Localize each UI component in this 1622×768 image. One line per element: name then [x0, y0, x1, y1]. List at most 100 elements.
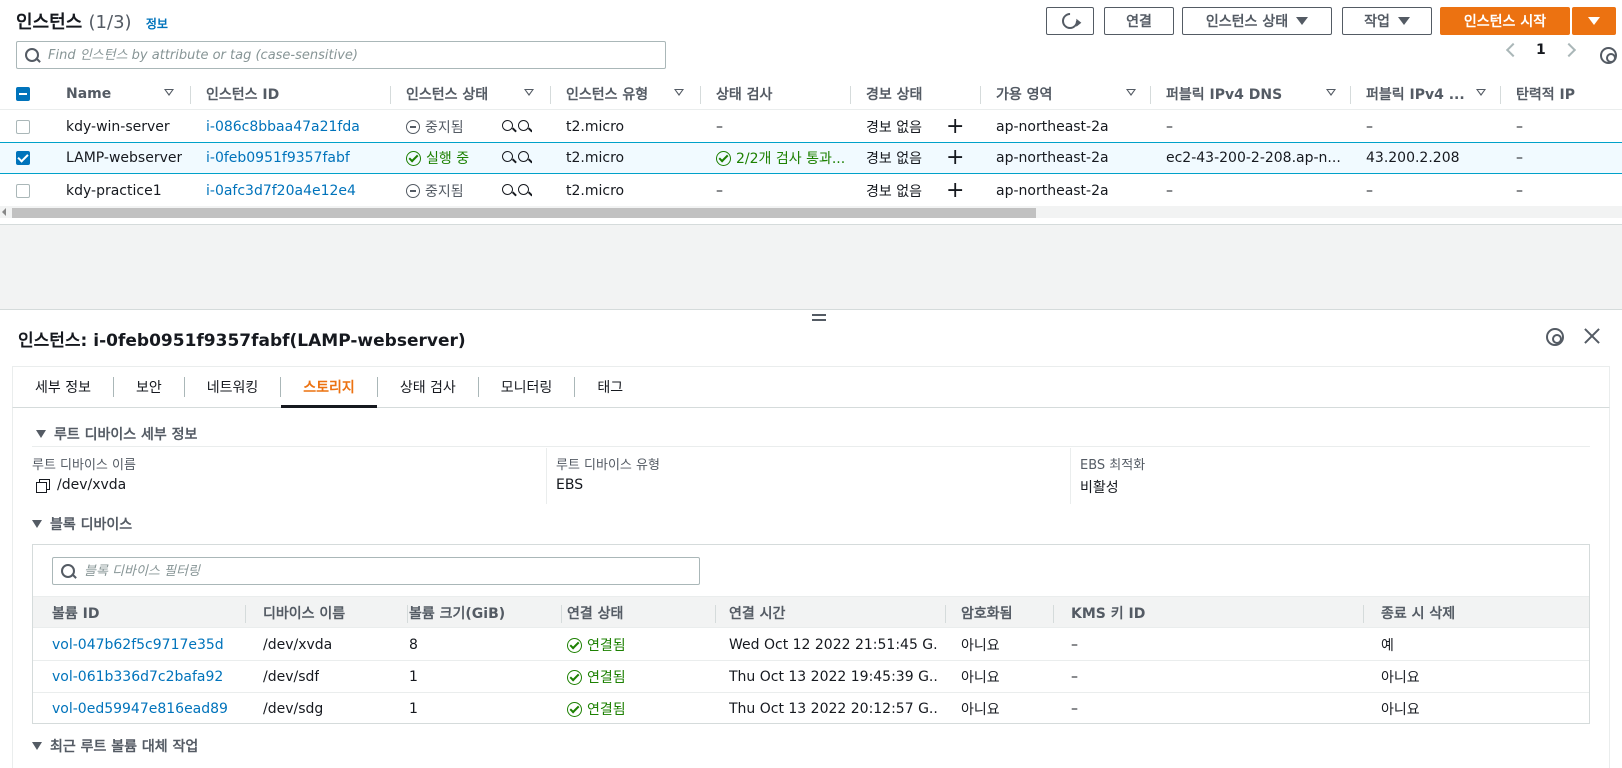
- add-alarm-icon[interactable]: +: [946, 175, 964, 207]
- col-attach-status[interactable]: 연결 상태: [567, 597, 623, 629]
- col-label: 인스턴스 상태: [406, 87, 489, 103]
- instance-id-link[interactable]: i-0afc3d7f20a4e12e4: [206, 175, 356, 207]
- info-link[interactable]: 정보: [146, 17, 168, 31]
- block-devices-section-toggle[interactable]: 블록 디바이스: [32, 514, 132, 534]
- instance-id-link[interactable]: i-0feb0951f9357fabf: [206, 142, 350, 174]
- sort-icon[interactable]: [164, 89, 174, 96]
- detail-settings-button[interactable]: [1546, 328, 1564, 346]
- state-text: 실행 중: [426, 151, 470, 167]
- encrypted: 아니요: [961, 670, 1000, 686]
- volume-id-link[interactable]: vol-0ed59947e816ead89: [52, 693, 228, 725]
- table-row-selected[interactable]: LAMP-webserver i-0feb0951f9357fabf 실행 중 …: [0, 142, 1622, 174]
- volume-size: 8: [409, 637, 418, 653]
- launch-instances-button[interactable]: 인스턴스 시작: [1440, 7, 1570, 35]
- sort-icon[interactable]: [1326, 89, 1336, 96]
- sort-icon[interactable]: [524, 89, 534, 96]
- sort-icon[interactable]: [1126, 89, 1136, 96]
- actions-label: 작업: [1364, 14, 1390, 30]
- col-name[interactable]: Name: [66, 78, 111, 110]
- device-name: /dev/sdf: [263, 669, 320, 685]
- actions-button[interactable]: 작업: [1342, 7, 1432, 35]
- zoom-out-icon[interactable]: [518, 151, 532, 165]
- block-device-filter-input[interactable]: [84, 563, 659, 579]
- volume-id-link[interactable]: vol-061b336d7c2bafa92: [52, 661, 223, 693]
- col-status-check[interactable]: 상태 검사: [716, 78, 772, 110]
- col-device-name[interactable]: 디바이스 이름: [263, 597, 345, 629]
- col-instance-type[interactable]: 인스턴스 유형: [566, 78, 648, 110]
- delete-on-termination: 예: [1381, 638, 1394, 654]
- col-label: 인스턴스 유형: [566, 87, 649, 103]
- resize-handle[interactable]: [812, 314, 826, 324]
- col-label: 가용 영역: [996, 87, 1053, 103]
- col-label: 연결 상태: [567, 606, 624, 622]
- delete-on-termination: 아니요: [1381, 670, 1420, 686]
- detail-tabs: 세부 정보 보안 네트워킹 스토리지 상태 검사 모니터링 태그: [12, 366, 1610, 408]
- table-row[interactable]: kdy-practice1 i-0afc3d7f20a4e12e4 중지됨 t2…: [0, 175, 1622, 207]
- scroll-left-icon[interactable]: [2, 208, 6, 216]
- col-kms-key-id[interactable]: KMS 키 ID: [1071, 597, 1145, 629]
- tab-status-checks[interactable]: 상태 검사: [378, 367, 478, 407]
- col-instance-id[interactable]: 인스턴스 ID: [206, 78, 279, 110]
- tab-monitoring[interactable]: 모니터링: [479, 367, 575, 407]
- col-instance-state[interactable]: 인스턴스 상태: [406, 78, 488, 110]
- col-volume-size[interactable]: 볼륨 크기(GiB): [409, 597, 505, 629]
- scrollbar-thumb[interactable]: [12, 208, 1036, 218]
- sort-icon[interactable]: [674, 89, 684, 96]
- instance-id-link[interactable]: i-086c8bbaa47a21fda: [206, 111, 360, 143]
- recent-root-volume-section-toggle[interactable]: 최근 루트 볼륨 대체 작업: [32, 736, 198, 756]
- sort-icon[interactable]: [1476, 89, 1486, 96]
- refresh-button[interactable]: [1046, 7, 1094, 35]
- instance-search[interactable]: [16, 41, 666, 69]
- col-elastic-ip[interactable]: 탄력적 IP: [1516, 78, 1575, 110]
- zoom-out-icon[interactable]: [518, 184, 532, 198]
- root-device-section-toggle[interactable]: 루트 디바이스 세부 정보: [36, 424, 197, 444]
- zoom-out-icon[interactable]: [518, 120, 532, 134]
- table-settings-button[interactable]: [1600, 47, 1617, 64]
- connect-button[interactable]: 연결: [1104, 7, 1174, 35]
- col-delete-on-termination[interactable]: 종료 시 삭제: [1381, 597, 1455, 629]
- col-public-ip[interactable]: 퍼블릭 IPv4 ...: [1366, 78, 1465, 110]
- block-device-filter[interactable]: [52, 557, 700, 585]
- row-checkbox[interactable]: [16, 120, 30, 134]
- tab-networking[interactable]: 네트워킹: [185, 367, 281, 407]
- zoom-in-icon[interactable]: [502, 120, 516, 134]
- current-page[interactable]: 1: [1536, 42, 1546, 58]
- kms-key-id: –: [1071, 637, 1078, 653]
- divider: [1500, 86, 1501, 104]
- col-public-dns[interactable]: 퍼블릭 IPv4 DNS: [1166, 78, 1282, 110]
- instance-state-button[interactable]: 인스턴스 상태: [1182, 7, 1332, 35]
- add-alarm-icon[interactable]: +: [946, 142, 964, 174]
- col-volume-id[interactable]: 볼륨 ID: [52, 597, 99, 629]
- select-all-checkbox[interactable]: [16, 87, 30, 101]
- add-alarm-icon[interactable]: +: [946, 111, 964, 143]
- status-check[interactable]: 2/2개 검사 통과...: [716, 142, 852, 174]
- col-attach-time[interactable]: 연결 시간: [729, 597, 785, 629]
- next-page-icon[interactable]: [1561, 42, 1576, 58]
- copy-icon[interactable]: [36, 478, 50, 493]
- tab-storage[interactable]: 스토리지: [281, 367, 377, 408]
- table-row[interactable]: vol-0ed59947e816ead89 /dev/sdg 1 연결됨 Thu…: [33, 693, 1589, 725]
- table-row[interactable]: vol-061b336d7c2bafa92 /dev/sdf 1 연결됨 Thu…: [33, 661, 1589, 693]
- divider: [550, 86, 551, 104]
- zoom-in-icon[interactable]: [502, 184, 516, 198]
- row-checkbox[interactable]: [16, 151, 30, 165]
- prev-page-icon[interactable]: [1505, 42, 1521, 58]
- table-row[interactable]: vol-047b62f5c9717e35d /dev/xvda 8 연결됨 We…: [33, 629, 1589, 661]
- divider: [245, 605, 246, 623]
- close-detail-button[interactable]: [1584, 328, 1600, 344]
- instance-search-input[interactable]: [48, 47, 624, 63]
- delete-on-termination: 아니요: [1381, 702, 1420, 718]
- zoom-in-icon[interactable]: [502, 151, 516, 165]
- col-alarm-status[interactable]: 경보 상태: [866, 78, 922, 110]
- col-encrypted[interactable]: 암호화됨: [961, 597, 1013, 629]
- volume-id-link[interactable]: vol-047b62f5c9717e35d: [52, 629, 224, 661]
- horizontal-scrollbar[interactable]: [0, 206, 1622, 218]
- attached-icon: [567, 701, 582, 717]
- table-row[interactable]: kdy-win-server i-086c8bbaa47a21fda 중지됨 t…: [0, 111, 1622, 143]
- launch-dropdown-button[interactable]: [1572, 7, 1616, 35]
- tab-security[interactable]: 보안: [114, 367, 184, 407]
- tab-details[interactable]: 세부 정보: [13, 367, 113, 407]
- col-availability-zone[interactable]: 가용 영역: [996, 78, 1052, 110]
- tab-tags[interactable]: 태그: [575, 367, 645, 407]
- row-checkbox[interactable]: [16, 184, 30, 198]
